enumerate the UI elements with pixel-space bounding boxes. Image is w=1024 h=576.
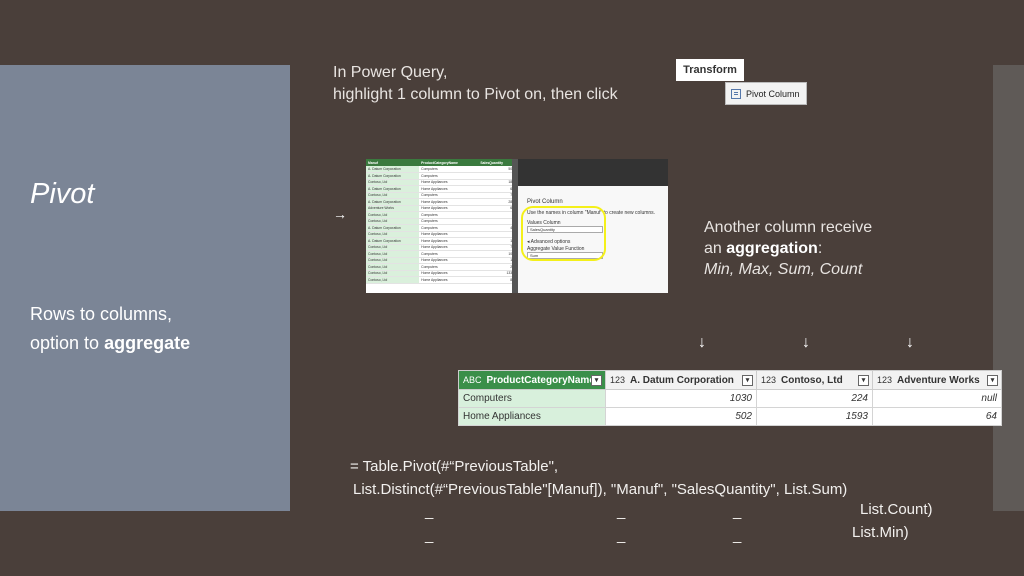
- formula-line-1: = Table.Pivot(#“PreviousTable",: [350, 458, 559, 475]
- subtitle-line-1: Rows to columns,: [30, 304, 173, 324]
- table-cell: Computers: [458, 389, 606, 408]
- blank-marker: _: [733, 527, 742, 544]
- column-header[interactable]: 123 Adventure Works ▾: [872, 370, 1002, 390]
- aggregation-line-1: Another column receive: [704, 219, 873, 236]
- aggregation-suffix: :: [817, 240, 823, 257]
- blank-marker: _: [733, 503, 742, 520]
- table-row: Computers 1030 224 null: [458, 389, 1002, 408]
- down-arrow-icon: ↓: [906, 334, 914, 351]
- table-cell: 64: [872, 407, 1002, 426]
- column-type-icon: 123: [761, 374, 777, 385]
- filter-dropdown-icon[interactable]: ▾: [858, 375, 869, 386]
- pivoted-table: ABC ProductCategoryName ▾ 123 A. Datum Corpo…: [458, 370, 1002, 426]
- subtitle-prefix: option to: [30, 333, 105, 353]
- aggregation-prefix: an: [704, 240, 727, 257]
- highlight-circle: [521, 206, 606, 261]
- formula-text: = Table.Pivot(#“PreviousTable", List.Dis…: [350, 455, 847, 501]
- table-cell: 224: [756, 389, 873, 408]
- arrow-right-icon: →: [333, 206, 347, 222]
- column-type-icon: ABC: [463, 374, 482, 385]
- left-panel: [0, 65, 290, 511]
- pivot-column-label: Pivot Column: [746, 88, 800, 99]
- mini-column-header[interactable]: SalesQuantity: [478, 159, 516, 166]
- intro-text: In Power Query, highlight 1 column to Pi…: [333, 62, 618, 106]
- power-query-screenshot: Manuf ProductCategoryName SalesQuantity A.…: [366, 159, 668, 293]
- down-arrow-icon: ↓: [698, 334, 706, 351]
- down-arrow-icon: ↓: [802, 334, 810, 351]
- column-type-icon: 123: [610, 374, 626, 385]
- formula-line-3: List.Count): [860, 501, 933, 518]
- subtitle-line-2: option to aggregate: [30, 329, 190, 358]
- table-cell: null: [872, 389, 1002, 408]
- transform-tab[interactable]: Transform: [676, 59, 744, 81]
- mini-table-cell: Contoso, Ltd: [366, 276, 420, 284]
- table-row: Home Appliances 502 1593 64: [458, 407, 1002, 426]
- blank-marker: _: [617, 527, 626, 544]
- slide-title: Pivot: [30, 178, 95, 210]
- aggregation-note: Another column receive an aggregation: M…: [704, 217, 872, 280]
- table-cell: Home Appliances: [458, 407, 606, 426]
- mini-table-cell: Home Appliances: [419, 276, 479, 284]
- column-header[interactable]: 123 Contoso, Ltd ▾: [756, 370, 873, 390]
- dialog-overlay: [518, 159, 668, 186]
- column-header-label: A. Datum Corporation: [630, 374, 734, 386]
- filter-dropdown-icon[interactable]: ▾: [987, 375, 998, 386]
- column-header[interactable]: 123 A. Datum Corporation ▾: [605, 370, 757, 390]
- table-cell: 1030: [605, 389, 757, 408]
- column-header-label: Adventure Works: [897, 374, 980, 386]
- table-cell: 502: [605, 407, 757, 426]
- intro-line-1: In Power Query,: [333, 64, 448, 81]
- mini-column-header[interactable]: ProductCategoryName: [419, 159, 479, 166]
- column-header-label: Contoso, Ltd: [781, 374, 843, 386]
- mini-column-header[interactable]: Manuf: [366, 159, 420, 166]
- pivot-column-button[interactable]: Pivot Column: [725, 82, 807, 105]
- column-header[interactable]: ABC ProductCategoryName ▾: [458, 370, 606, 390]
- aggregation-line-3: Min, Max, Sum, Count: [704, 259, 872, 280]
- column-header-label: ProductCategoryName: [486, 374, 595, 386]
- blank-marker: _: [425, 527, 434, 544]
- filter-dropdown-icon[interactable]: ▾: [742, 375, 753, 386]
- table-cell: 1593: [756, 407, 873, 426]
- aggregation-bold: aggregation: [726, 240, 818, 257]
- slide-subtitle: Rows to columns, option to aggregate: [30, 300, 190, 358]
- intro-line-2: highlight 1 column to Pivot on, then cli…: [333, 86, 618, 103]
- dialog-title: Pivot Column: [527, 199, 563, 205]
- right-bar: [993, 65, 1024, 511]
- subtitle-bold: aggregate: [104, 333, 191, 353]
- formula-line-4: List.Min): [852, 524, 909, 541]
- blank-marker: _: [617, 503, 626, 520]
- mini-table-row: Contoso, LtdHome Appliances80: [366, 276, 516, 284]
- blank-marker: _: [425, 503, 434, 520]
- pivot-column-icon: [731, 88, 741, 99]
- filter-dropdown-icon[interactable]: ▾: [591, 375, 602, 386]
- column-type-icon: 123: [877, 374, 893, 385]
- source-table: Manuf ProductCategoryName SalesQuantity A.…: [366, 159, 516, 284]
- formula-line-2: List.Distinct(#“PreviousTable"[Manuf]), …: [353, 481, 848, 498]
- aggregation-functions: Min, Max, Sum, Count: [704, 261, 863, 278]
- aggregation-line-2: an aggregation:: [704, 238, 872, 259]
- mini-table-cell: 80: [478, 276, 516, 284]
